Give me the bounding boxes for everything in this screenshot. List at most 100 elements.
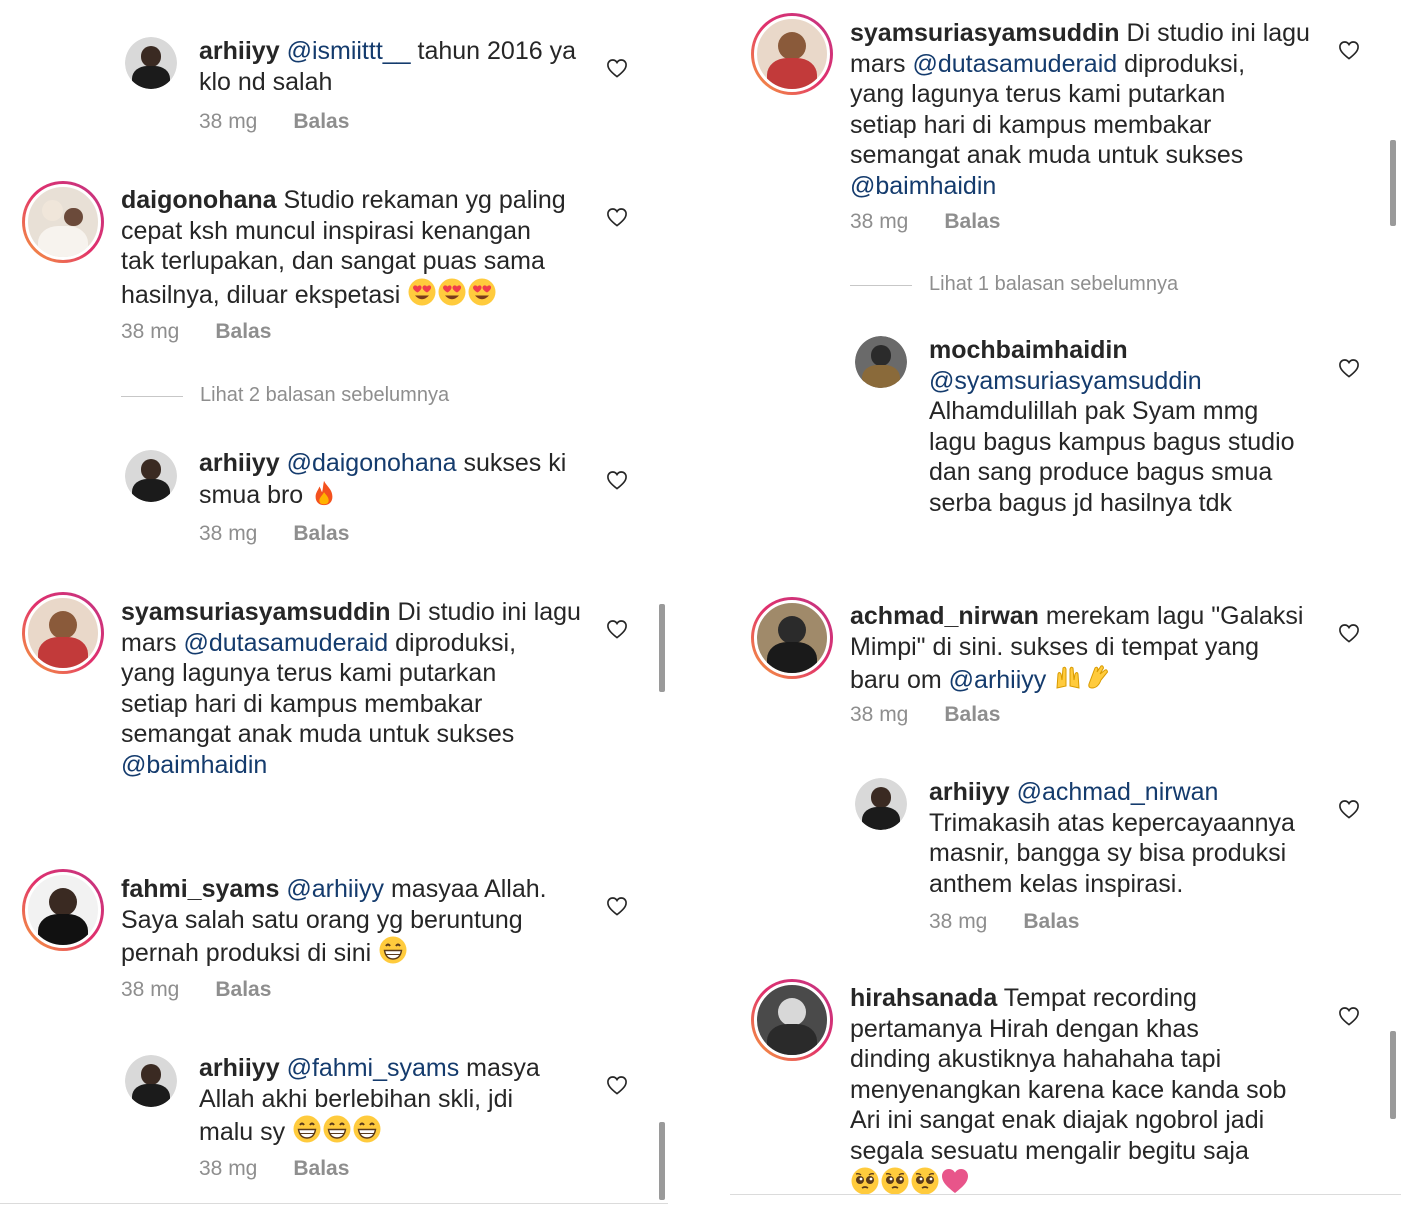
view-previous-replies[interactable]: Lihat 1 balasan sebelumnya xyxy=(850,273,1270,299)
pleading-face-emoji xyxy=(880,1166,910,1196)
pleading-face-emoji xyxy=(910,1166,940,1196)
scrollbar-thumb[interactable] xyxy=(1390,1031,1396,1119)
like-heart-icon[interactable] xyxy=(1338,799,1360,819)
comment-meta: 38 mg Balas xyxy=(850,703,1000,727)
avatar-arhiiyy[interactable] xyxy=(125,37,177,89)
like-heart-icon[interactable] xyxy=(1338,623,1360,643)
bottom-divider xyxy=(0,1203,668,1204)
pleading-face-emoji xyxy=(850,1166,880,1196)
comment-text: arhiiyy @ismiittt__ tahun 2016 ya klo nd… xyxy=(199,37,576,96)
like-heart-icon[interactable] xyxy=(606,1075,628,1095)
comment-text: mochbaimhaidin @syamsuriasyamsuddin Alha… xyxy=(929,336,1295,517)
comment-text: fahmi_syams @arhiiyy masyaa Allah. Saya … xyxy=(121,875,547,967)
reply-button[interactable]: Balas xyxy=(215,320,271,344)
mention-link[interactable]: @daigonohana xyxy=(287,449,457,477)
comment-text: syamsuriasyamsuddin Di studio ini lagu m… xyxy=(121,598,581,779)
like-heart-icon[interactable] xyxy=(606,896,628,916)
mention-link[interactable]: @ismiittt__ xyxy=(287,37,411,65)
reply-button[interactable]: Balas xyxy=(944,703,1000,727)
comment-text: arhiiyy @daigonohana sukses ki smua bro xyxy=(199,449,567,509)
divider-line xyxy=(850,285,912,286)
comment-meta: 38 mg Balas xyxy=(121,978,271,1002)
grinning-emoji xyxy=(352,1114,382,1144)
mention-link[interactable]: @dutasamuderaid xyxy=(913,50,1118,78)
mention-link[interactable]: @syamsuriasyamsuddin xyxy=(929,367,1202,395)
raised-hands-emoji xyxy=(1053,662,1083,692)
divider-line xyxy=(121,396,183,397)
reply-button[interactable]: Balas xyxy=(944,210,1000,234)
reply-button[interactable]: Balas xyxy=(1023,910,1079,934)
comment-meta: 38 mg Balas xyxy=(199,110,349,134)
timestamp: 38 mg xyxy=(199,522,258,545)
username[interactable]: fahmi_syams xyxy=(121,875,279,903)
like-heart-icon[interactable] xyxy=(606,619,628,639)
mention-link[interactable]: @arhiiyy xyxy=(949,666,1047,694)
comment-meta: 38 mg Balas xyxy=(929,910,1079,934)
view-replies-label[interactable]: Lihat 2 balasan sebelumnya xyxy=(200,384,449,407)
username[interactable]: achmad_nirwan xyxy=(850,602,1039,630)
comment-meta: 38 mg Balas xyxy=(121,320,271,344)
timestamp: 38 mg xyxy=(121,978,180,1001)
username[interactable]: arhiiyy xyxy=(199,449,280,477)
timestamp: 38 mg xyxy=(850,703,909,726)
right-comment-column: syamsuriasyamsuddin Di studio ini lagu m… xyxy=(730,0,1401,1209)
scrollbar-thumb[interactable] xyxy=(1390,140,1396,226)
username[interactable]: arhiiyy xyxy=(929,778,1010,806)
reply-button[interactable]: Balas xyxy=(215,978,271,1002)
mention-link[interactable]: @fahmi_syams xyxy=(287,1054,460,1082)
comment-text: achmad_nirwan merekam lagu "Galaksi Mimp… xyxy=(850,602,1304,694)
avatar-arhiiyy[interactable] xyxy=(855,778,907,830)
mention-link[interactable]: @achmad_nirwan xyxy=(1017,778,1219,806)
like-heart-icon[interactable] xyxy=(606,470,628,490)
heart-eyes-emoji xyxy=(407,277,437,307)
scrollbar-thumb[interactable] xyxy=(659,1122,665,1200)
view-replies-label[interactable]: Lihat 1 balasan sebelumnya xyxy=(929,273,1178,296)
timestamp: 38 mg xyxy=(121,320,180,343)
mention-link[interactable]: @baimhaidin xyxy=(850,172,996,200)
avatar-syamsuriasyamsuddin[interactable] xyxy=(22,592,104,674)
mention-link[interactable]: @arhiiyy xyxy=(286,875,384,903)
grinning-emoji xyxy=(322,1114,352,1144)
like-heart-icon[interactable] xyxy=(1338,1006,1360,1026)
timestamp: 38 mg xyxy=(199,1157,258,1180)
comment-meta: 38 mg Balas xyxy=(199,1157,349,1181)
mention-link[interactable]: @baimhaidin xyxy=(121,751,267,779)
username[interactable]: syamsuriasyamsuddin xyxy=(121,598,391,626)
avatar-daigonohana[interactable] xyxy=(22,181,104,263)
view-previous-replies[interactable]: Lihat 2 balasan sebelumnya xyxy=(121,384,541,410)
avatar-achmad_nirwan[interactable] xyxy=(751,597,833,679)
grinning-emoji xyxy=(378,935,408,965)
reply-button[interactable]: Balas xyxy=(293,110,349,134)
avatar-hirahsanada[interactable] xyxy=(751,979,833,1061)
username[interactable]: hirahsanada xyxy=(850,984,997,1012)
like-heart-icon[interactable] xyxy=(1338,358,1360,378)
timestamp: 38 mg xyxy=(929,910,988,933)
clapping-hands-emoji xyxy=(1083,662,1113,692)
avatar-arhiiyy[interactable] xyxy=(125,450,177,502)
username[interactable]: daigonohana xyxy=(121,186,277,214)
comment-meta: 38 mg Balas xyxy=(199,522,349,546)
like-heart-icon[interactable] xyxy=(606,207,628,227)
mention-link[interactable]: @dutasamuderaid xyxy=(184,629,389,657)
reply-button[interactable]: Balas xyxy=(293,1157,349,1181)
username[interactable]: mochbaimhaidin xyxy=(929,336,1128,364)
scrollbar-thumb[interactable] xyxy=(659,604,665,692)
comment-text: arhiiyy @achmad_nirwan Trimakasih atas k… xyxy=(929,778,1295,898)
like-heart-icon[interactable] xyxy=(606,58,628,78)
heart-eyes-emoji xyxy=(437,277,467,307)
reply-button[interactable]: Balas xyxy=(293,522,349,546)
avatar-syamsuriasyamsuddin[interactable] xyxy=(751,13,833,95)
bottom-divider xyxy=(730,1194,1401,1195)
username[interactable]: syamsuriasyamsuddin xyxy=(850,19,1120,47)
pink-heart-emoji xyxy=(940,1166,970,1196)
left-comment-column: arhiiyy @ismiittt__ tahun 2016 ya klo nd… xyxy=(0,0,668,1209)
comment-text: arhiiyy @fahmi_syams masya Allah akhi be… xyxy=(199,1054,540,1146)
username[interactable]: arhiiyy xyxy=(199,37,280,65)
heart-eyes-emoji xyxy=(467,277,497,307)
like-heart-icon[interactable] xyxy=(1338,40,1360,60)
username[interactable]: arhiiyy xyxy=(199,1054,280,1082)
comment-text: syamsuriasyamsuddin Di studio ini lagu m… xyxy=(850,19,1310,200)
avatar-arhiiyy[interactable] xyxy=(125,1055,177,1107)
avatar-mochbaimhaidin[interactable] xyxy=(855,336,907,388)
avatar-fahmi_syams[interactable] xyxy=(22,869,104,951)
